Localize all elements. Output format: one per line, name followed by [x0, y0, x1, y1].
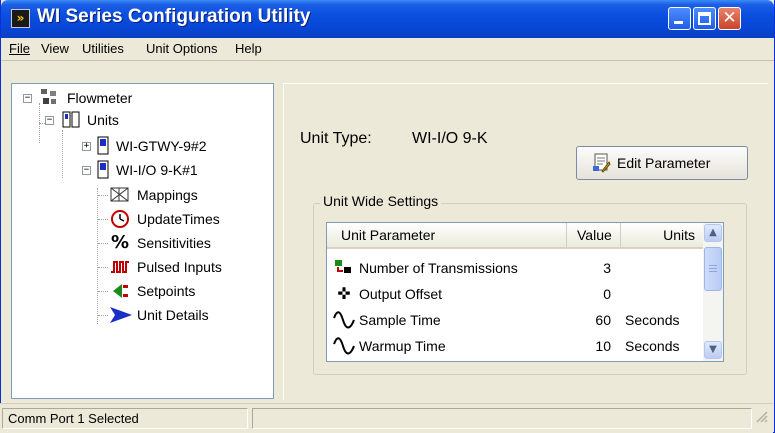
- clock-icon: [110, 209, 130, 229]
- cell-value: 3: [603, 260, 611, 276]
- edit-document-icon: [592, 153, 611, 173]
- collapse-icon[interactable]: −: [82, 166, 91, 175]
- unit-type: Unit Type: WI-I/O 9-K: [300, 130, 488, 148]
- status-panel-secondary: [252, 408, 752, 429]
- cell-parameter: Output Offset: [359, 286, 443, 302]
- menu-bar: File View Utilities Unit Options Help: [1, 38, 774, 61]
- tree-line: [98, 267, 108, 268]
- tree-label-sensitivities: Sensitivities: [137, 235, 211, 251]
- edit-parameter-button[interactable]: Edit Parameter: [576, 146, 748, 180]
- tree-item-gateway[interactable]: + WI-GTWY-9#2: [12, 136, 212, 156]
- column-header-parameter[interactable]: Unit Parameter: [327, 223, 567, 247]
- table-row[interactable]: Number of Transmissions 3: [327, 255, 703, 281]
- cell-value: 0: [603, 286, 611, 302]
- tree-label-gateway: WI-GTWY-9#2: [116, 138, 207, 154]
- tree-line: [98, 243, 108, 244]
- menu-unit-options[interactable]: Unit Options: [146, 41, 218, 56]
- device-icon: [96, 160, 110, 180]
- tree-item-unit-details[interactable]: Unit Details: [12, 305, 262, 325]
- scroll-up-button[interactable]: ▲: [704, 224, 722, 242]
- percent-icon: %: [110, 232, 130, 253]
- pulse-icon: [110, 259, 130, 275]
- collapse-icon[interactable]: −: [23, 94, 32, 103]
- group-label: Unit Wide Settings: [320, 193, 442, 209]
- cell-units: Seconds: [625, 338, 680, 354]
- tree-label-unit-details: Unit Details: [137, 307, 209, 323]
- resize-grip-icon[interactable]: [755, 410, 769, 424]
- grip-line: [709, 271, 717, 272]
- tree-item-update-times[interactable]: UpdateTimes: [12, 209, 262, 229]
- tree-item-io-unit[interactable]: − WI-I/O 9-K#1: [12, 160, 212, 180]
- table-row[interactable]: Sample Time 60 Seconds: [327, 307, 703, 333]
- cell-value: 10: [595, 338, 611, 354]
- mappings-icon: [110, 186, 130, 204]
- grip-line: [709, 265, 717, 266]
- menu-help[interactable]: Help: [235, 41, 262, 56]
- cell-units: Seconds: [625, 312, 680, 328]
- scroll-thumb[interactable]: [704, 247, 722, 291]
- column-header-value[interactable]: Value: [567, 223, 621, 247]
- tree-label-io-unit: WI-I/O 9-K#1: [116, 162, 198, 178]
- tree-label-update-times: UpdateTimes: [137, 211, 220, 227]
- title-bar[interactable]: » WI Series Configuration Utility ✕: [1, 0, 774, 38]
- device-tree[interactable]: − Flowmeter − Units + WI-GTWY-9#2 − WI-I…: [11, 83, 274, 399]
- grid-header: Unit Parameter Value Units: [327, 223, 703, 249]
- tree-item-sensitivities[interactable]: % Sensitivities: [12, 233, 262, 253]
- edit-parameter-label: Edit Parameter: [617, 155, 711, 171]
- window-title: WI Series Configuration Utility: [37, 6, 311, 27]
- maximize-button[interactable]: [693, 7, 716, 30]
- column-header-units[interactable]: Units: [621, 223, 703, 247]
- tree-label-mappings: Mappings: [137, 187, 198, 203]
- tree-line: [98, 219, 108, 220]
- menu-file[interactable]: File: [9, 41, 30, 56]
- tree-item-units[interactable]: − Units: [12, 110, 212, 130]
- wave-icon: [333, 336, 355, 356]
- tree-label-setpoints: Setpoints: [137, 283, 196, 299]
- network-icon: [40, 87, 58, 107]
- tree-line: [98, 195, 108, 196]
- tree-label-units: Units: [87, 112, 119, 128]
- table-row[interactable]: ✜ Output Offset 0: [327, 281, 703, 307]
- cell-value: 60: [595, 312, 611, 328]
- unit-group-icon: [62, 110, 80, 130]
- grip-line: [709, 268, 717, 269]
- setpoint-icon: [110, 282, 130, 300]
- expand-icon[interactable]: +: [82, 142, 91, 151]
- cell-parameter: Sample Time: [359, 312, 441, 328]
- close-button[interactable]: ✕: [718, 7, 741, 30]
- minimize-button[interactable]: [668, 7, 691, 30]
- close-icon: ✕: [722, 8, 737, 28]
- unit-type-label: Unit Type:: [300, 130, 372, 147]
- status-panel-main: Comm Port 1 Selected: [2, 408, 248, 429]
- tree-label-pulsed-inputs: Pulsed Inputs: [137, 259, 222, 275]
- tree-item-flowmeter[interactable]: − Flowmeter: [12, 88, 212, 108]
- grid-scrollbar[interactable]: ▲ ▼: [703, 223, 723, 361]
- menu-view[interactable]: View: [41, 41, 69, 56]
- unit-type-value: WI-I/O 9-K: [412, 130, 488, 147]
- tree-item-setpoints[interactable]: Setpoints: [12, 281, 262, 301]
- minimize-icon: [674, 21, 683, 24]
- tree-line: [98, 291, 108, 292]
- tree-item-pulsed-inputs[interactable]: Pulsed Inputs: [12, 257, 262, 277]
- status-bar: Comm Port 1 Selected: [0, 403, 773, 433]
- tree-line: [98, 315, 108, 316]
- offset-plus-icon: ✜: [337, 284, 351, 303]
- tree-item-mappings[interactable]: Mappings: [12, 185, 262, 205]
- parameter-grid[interactable]: Unit Parameter Value Units Number of Tra…: [326, 222, 724, 362]
- maximize-icon: [698, 12, 711, 25]
- wave-icon: [333, 310, 355, 330]
- tree-label-flowmeter: Flowmeter: [67, 90, 133, 106]
- cell-parameter: Warmup Time: [359, 338, 446, 354]
- table-row[interactable]: Warmup Time 10 Seconds: [327, 333, 703, 359]
- cell-parameter: Number of Transmissions: [359, 260, 518, 276]
- status-text: Comm Port 1 Selected: [8, 411, 139, 426]
- scroll-down-button[interactable]: ▼: [704, 341, 722, 359]
- arrow-right-icon: [109, 306, 133, 324]
- collapse-icon[interactable]: −: [45, 116, 54, 125]
- device-icon: [96, 136, 110, 156]
- transmissions-icon: [333, 258, 355, 278]
- app-icon[interactable]: »: [11, 9, 30, 28]
- menu-utilities[interactable]: Utilities: [82, 41, 124, 56]
